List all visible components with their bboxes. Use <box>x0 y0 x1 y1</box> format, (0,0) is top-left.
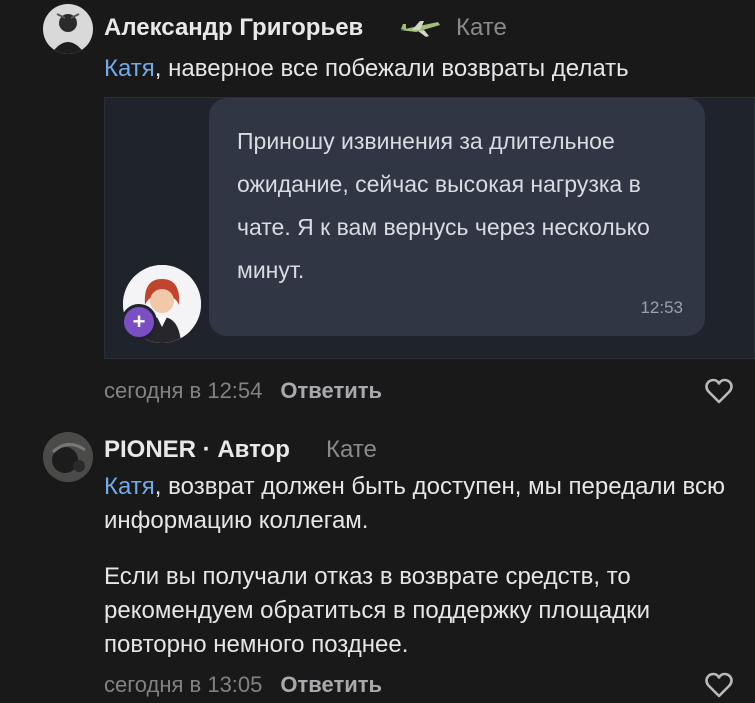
avatar[interactable] <box>43 432 93 482</box>
plane-icon <box>398 18 442 38</box>
like-heart-icon[interactable] <box>705 378 733 404</box>
plus-badge: + <box>121 304 157 340</box>
comment-body: , возврат должен быть доступен, мы перед… <box>104 473 725 534</box>
comment-2: PIONER · Автор Кате Катя, возврат должен… <box>0 420 755 700</box>
timestamp: сегодня в 12:54 <box>104 378 263 403</box>
author-name[interactable]: PIONER · Автор <box>104 436 290 464</box>
bubble-time: 12:53 <box>640 298 683 317</box>
bubble-message: Приношу извинения за длительное ожидание… <box>237 128 650 283</box>
reply-button[interactable]: Ответить <box>280 672 382 697</box>
comment-body: , наверное все побежали возвраты делать <box>154 55 629 82</box>
mention-link[interactable]: Катя <box>104 55 155 82</box>
comment-text: Катя, возврат должен быть доступен, мы п… <box>104 470 734 538</box>
reply-to[interactable]: Кате <box>456 14 507 42</box>
author-name[interactable]: Александр Григорьев <box>104 14 363 42</box>
mention-link[interactable]: Катя <box>104 473 155 500</box>
timestamp: сегодня в 13:05 <box>104 672 263 697</box>
like-heart-icon[interactable] <box>705 672 733 698</box>
comment-text-paragraph-2: Если вы получали отказ в возврате средст… <box>104 563 651 658</box>
reply-button[interactable]: Ответить <box>280 378 382 403</box>
comment-text: Катя, наверное все побежали возвраты дел… <box>104 52 734 86</box>
comment-1: Александр Григорьев Кате Катя, наверное … <box>0 0 755 420</box>
comment-meta: сегодня в 12:54 Ответить <box>104 378 382 404</box>
comment-meta: сегодня в 13:05 Ответить <box>104 672 382 698</box>
reply-to[interactable]: Кате <box>326 436 377 464</box>
avatar[interactable] <box>43 4 93 54</box>
chat-bubble: Приношу извинения за длительное ожидание… <box>209 98 705 336</box>
image-attachment[interactable]: + Приношу извинения за длительное ожидан… <box>104 97 755 359</box>
